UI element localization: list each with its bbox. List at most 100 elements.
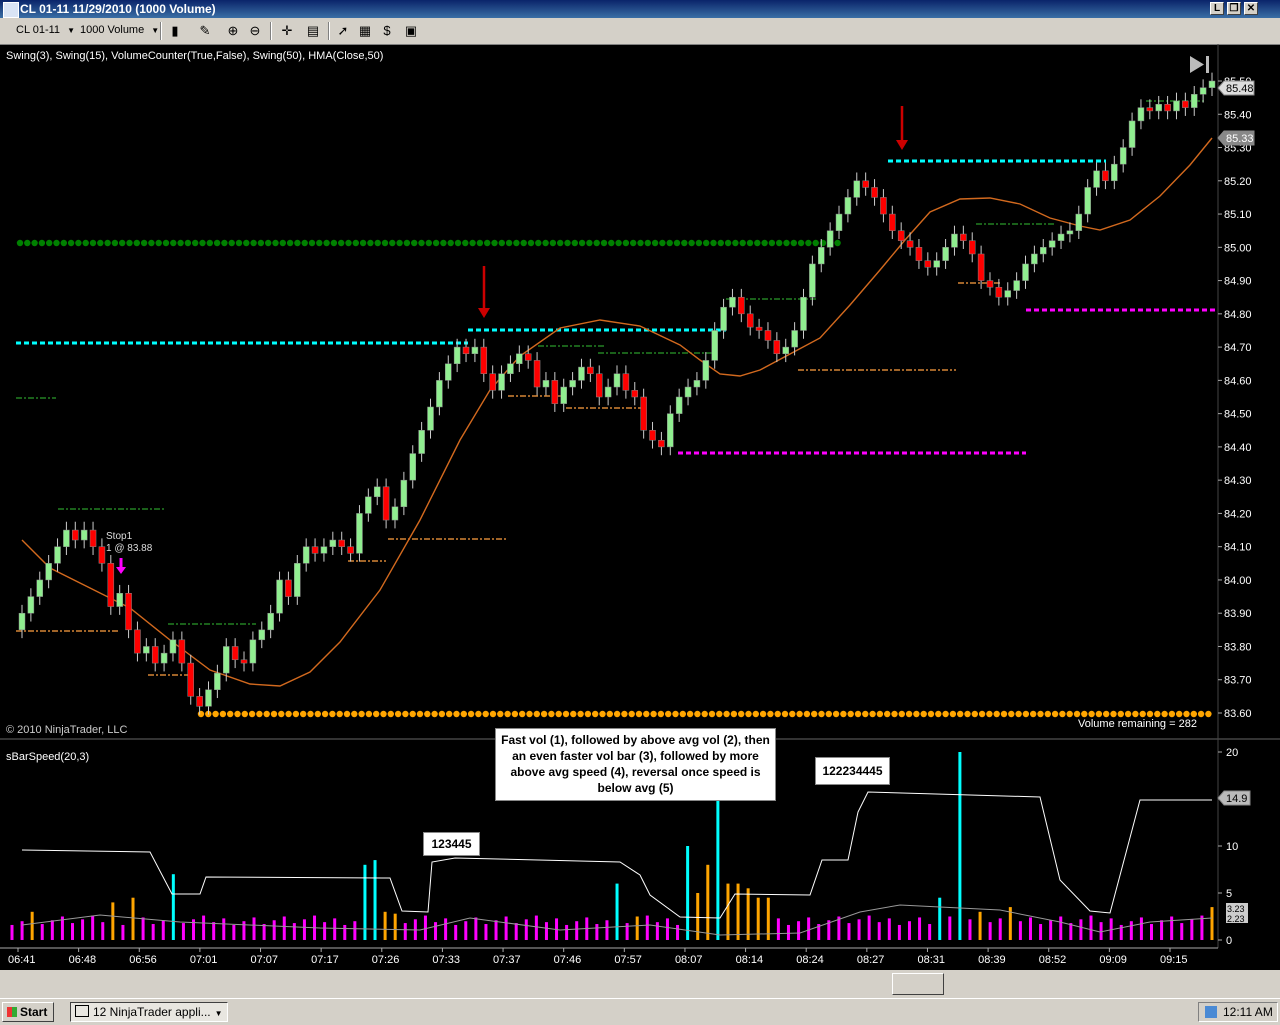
close-button[interactable]: ✕ <box>1244 2 1258 15</box>
swing-low-dot <box>774 710 781 718</box>
speed-bar <box>252 917 256 940</box>
swing-high-dot <box>615 239 622 247</box>
swing-low-dot <box>876 710 884 718</box>
time-tick-label: 06:56 <box>129 954 157 966</box>
swing-low-dot <box>935 710 942 718</box>
swing-low-dot <box>927 710 935 718</box>
up-candle <box>1137 99 1145 130</box>
horizontal-scrollbar[interactable] <box>0 970 1280 998</box>
up-candle <box>80 521 88 549</box>
swing-low-dot <box>606 710 613 718</box>
speed-bar <box>988 922 992 940</box>
swing-low-dot <box>1168 710 1176 718</box>
swing-high-dot <box>651 239 659 247</box>
speed-bar <box>645 915 649 940</box>
down-candle <box>347 538 354 562</box>
swing-low-dot <box>1073 710 1081 718</box>
indicator-icon[interactable]: ▦ <box>356 22 374 40</box>
time-tick-label: 07:26 <box>372 954 400 966</box>
up-candle <box>445 355 452 389</box>
up-candle <box>45 555 52 589</box>
speed-bar <box>121 924 125 940</box>
down-candle <box>480 338 488 383</box>
minimize-button[interactable]: L <box>1210 2 1224 15</box>
restore-button[interactable]: ❐ <box>1227 2 1241 15</box>
down-candle <box>658 431 665 456</box>
money-icon[interactable]: $ <box>378 22 396 40</box>
speed-bar <box>524 919 528 940</box>
data-box-icon[interactable]: ▣ <box>402 22 420 40</box>
speed-bar <box>1039 924 1043 940</box>
network-icon[interactable] <box>1205 1006 1217 1018</box>
swing-high-dot <box>447 239 454 247</box>
swing-high-dot <box>301 239 308 247</box>
down-candle <box>773 332 781 363</box>
swing-high-dot <box>659 239 666 247</box>
swing-low-dot <box>343 710 351 718</box>
swing-high-dot <box>564 239 571 247</box>
swing-high-dot <box>805 239 812 247</box>
swing-low-dot <box>869 710 876 718</box>
swing-low-dot <box>336 710 343 718</box>
swing-low-dot <box>657 710 665 718</box>
clock[interactable]: 12:11 AM <box>1223 1005 1273 1019</box>
time-tick-label: 08:14 <box>736 954 764 966</box>
swing-high-dot <box>593 239 600 247</box>
up-candle <box>516 345 523 373</box>
fast-forward-icon[interactable] <box>1190 56 1209 73</box>
above-average-speed-bar <box>1210 907 1214 940</box>
swing-low-dot <box>570 710 577 718</box>
zoom-out-icon[interactable]: ⊖ <box>246 22 264 40</box>
down-candle <box>595 365 603 406</box>
swing-high-dot <box>622 239 630 247</box>
swing-high-dot <box>359 239 367 247</box>
swing-low-dot <box>263 710 270 718</box>
time-tick-label: 07:01 <box>190 954 218 966</box>
swing-high-dot <box>316 239 323 247</box>
taskbar-item-ninjatrader[interactable]: 12 NinjaTrader appli... ▼ <box>70 1002 228 1022</box>
scrollbar-thumb[interactable] <box>892 973 944 995</box>
swing-low-dot <box>292 710 300 718</box>
swing-high-dot <box>192 239 199 247</box>
bar-type-candlestick-icon[interactable]: ▮ <box>166 22 184 40</box>
speed-bar <box>444 918 448 940</box>
above-average-speed-bar <box>696 893 700 940</box>
speed-bar <box>877 922 881 940</box>
start-button[interactable]: Start <box>2 1002 54 1022</box>
speed-bar <box>514 923 518 940</box>
speed-bar <box>1089 915 1093 940</box>
hma-value-tag: 85.33 <box>1217 130 1255 146</box>
swing-high-dot <box>724 239 732 247</box>
down-candle <box>587 358 594 383</box>
down-candle <box>285 571 292 605</box>
swing-low-dot <box>1205 710 1212 718</box>
swing-low-dot <box>1081 710 1088 718</box>
speed-indicator-label: sBarSpeed(20,3) <box>6 751 90 763</box>
interval-dropdown[interactable]: 1000 Volume ▼ <box>80 22 159 39</box>
instrument-dropdown[interactable]: CL 01-11 ▼ <box>16 22 75 39</box>
swing-low-dot <box>665 710 672 718</box>
draw-pencil-icon[interactable]: ✎ <box>196 22 214 40</box>
up-candle <box>1040 239 1047 263</box>
swing-high-dot <box>345 239 352 247</box>
swing-high-dot <box>549 239 557 247</box>
properties-icon[interactable]: ▤ <box>304 22 322 40</box>
swing-low-dot <box>227 710 234 718</box>
up-candle <box>276 571 283 622</box>
price-chart-panel[interactable]: 85.5085.4085.3085.2085.1085.0084.9084.80… <box>0 44 1280 740</box>
copyright-text: © 2010 NinjaTrader, LLC <box>6 724 128 736</box>
speed-small-tag: 3.23 <box>1226 903 1248 914</box>
swing-high-dot <box>578 239 586 247</box>
magenta-stop-arrow-icon <box>116 558 126 574</box>
zoom-in-icon[interactable]: ⊕ <box>224 22 242 40</box>
speed-bar <box>928 924 932 940</box>
swing-low-dot <box>1154 710 1161 718</box>
swing-low-dot <box>373 710 380 718</box>
speed-bar <box>141 917 145 940</box>
swing-high-dot <box>637 239 644 247</box>
crosshair-icon[interactable]: ✛ <box>278 22 296 40</box>
strategy-icon[interactable]: ➚ <box>334 22 352 40</box>
fast-speed-bar <box>686 846 690 940</box>
down-candle <box>187 654 194 705</box>
up-candle <box>214 664 221 699</box>
